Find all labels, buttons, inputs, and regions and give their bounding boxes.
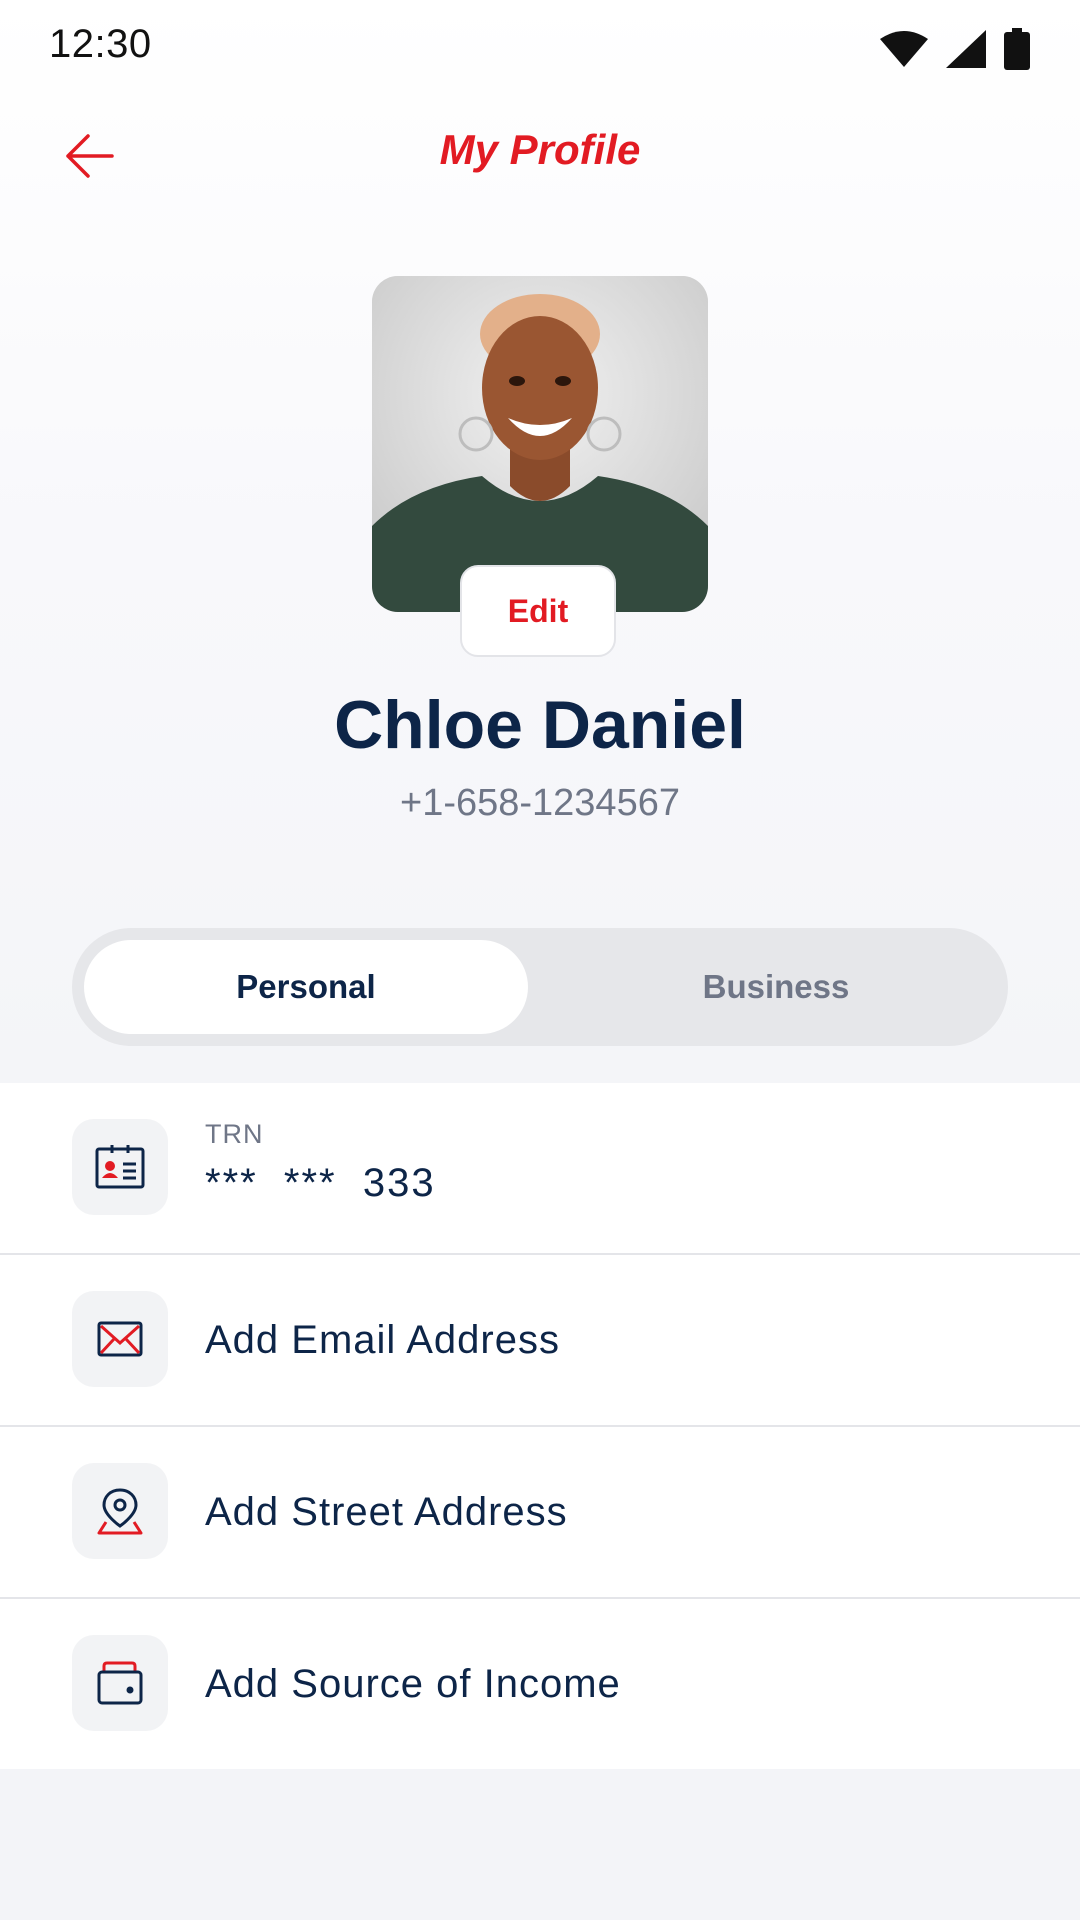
- battery-icon: [1004, 28, 1030, 70]
- email-label: Add Email Address: [205, 1318, 560, 1362]
- source-of-income-label: Add Source of Income: [205, 1662, 621, 1706]
- list-item-email[interactable]: Add Email Address: [0, 1255, 1080, 1427]
- signal-icon: [946, 30, 986, 68]
- location-pin-icon: [97, 1488, 143, 1535]
- icon-tile: [72, 1119, 168, 1215]
- trn-label: TRN: [205, 1119, 264, 1149]
- profile-details-list: TRN *** *** 333 Add Email Address Add St…: [0, 1083, 1080, 1769]
- edit-photo-button[interactable]: Edit: [460, 565, 616, 657]
- list-item-street-address[interactable]: Add Street Address: [0, 1427, 1080, 1599]
- tab-business[interactable]: Business: [554, 940, 998, 1034]
- mail-icon: [97, 1321, 143, 1357]
- street-address-label: Add Street Address: [205, 1490, 568, 1534]
- wallet-icon: [97, 1661, 143, 1705]
- tab-personal[interactable]: Personal: [84, 940, 528, 1034]
- status-icons: [880, 28, 1030, 70]
- avatar: [372, 276, 708, 612]
- trn-value: *** *** 333: [205, 1161, 436, 1205]
- list-item-trn[interactable]: TRN *** *** 333: [0, 1083, 1080, 1255]
- profile-photo: [372, 276, 708, 612]
- wifi-icon: [880, 31, 928, 67]
- id-card-icon: [95, 1145, 145, 1189]
- status-time: 12:30: [49, 22, 152, 66]
- icon-tile: [72, 1291, 168, 1387]
- icon-tile: [72, 1463, 168, 1559]
- status-bar: 12:30: [0, 0, 1080, 96]
- profile-phone: +1-658-1234567: [400, 782, 680, 824]
- profile-type-toggle: Personal Business: [72, 928, 1008, 1046]
- icon-tile: [72, 1635, 168, 1731]
- list-item-source-of-income[interactable]: Add Source of Income: [0, 1599, 1080, 1769]
- page-title: My Profile: [439, 126, 641, 173]
- profile-name: Chloe Daniel: [334, 687, 746, 763]
